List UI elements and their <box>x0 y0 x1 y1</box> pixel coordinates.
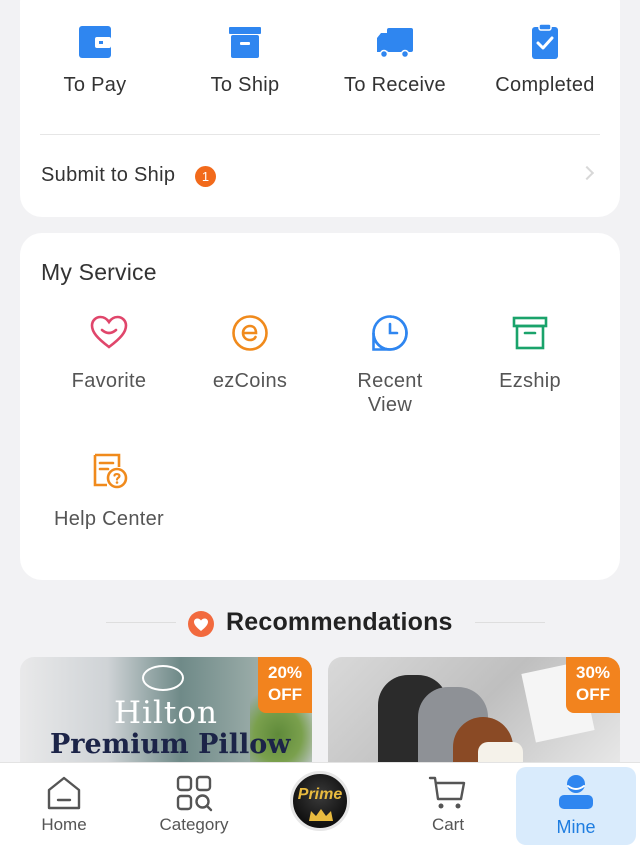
submit-count-badge: 1 <box>195 166 216 187</box>
orders-card: To Pay To Ship To Receive Completed Subm… <box>20 0 620 217</box>
submit-to-ship-label: Submit to Ship <box>41 164 176 186</box>
discount-badge: 20% OFF <box>258 657 312 713</box>
my-service-title: My Service <box>41 259 157 285</box>
hilton-logo <box>142 665 184 691</box>
product-card-sweaters[interactable]: 30% OFF <box>328 657 620 767</box>
crown-icon <box>309 809 333 821</box>
wallet-icon <box>79 26 111 58</box>
tab-category-label: Category <box>159 815 229 834</box>
order-to-receive-label: To Receive <box>344 74 446 96</box>
service-ezship-label: Ezship <box>499 370 561 392</box>
recommend-heart-icon <box>188 611 214 637</box>
tab-cart[interactable]: Cart <box>384 763 512 853</box>
user-icon <box>559 775 593 809</box>
order-status-row: To Pay To Ship To Receive Completed <box>20 16 620 96</box>
rec-divider-left <box>106 622 176 623</box>
heart-icon <box>90 315 128 349</box>
recommendations-title: Recommendations <box>226 608 453 636</box>
coin-icon <box>232 315 268 351</box>
tab-cart-label: Cart <box>431 815 465 834</box>
cart-icon <box>428 776 466 809</box>
tab-mine[interactable]: Mine <box>516 767 636 845</box>
recommendations-header: Recommendations <box>0 604 640 644</box>
box-icon <box>229 27 261 58</box>
truck-icon <box>377 28 413 59</box>
tab-mine-label: Mine <box>556 817 596 837</box>
order-to-pay-label: To Pay <box>63 74 127 96</box>
service-favorite-label: Favorite <box>71 370 147 392</box>
tab-category[interactable]: Category <box>130 763 258 853</box>
orders-divider <box>40 134 600 135</box>
tab-home-label: Home <box>41 815 87 834</box>
service-ezcoins-label: ezCoins <box>212 370 288 392</box>
rec-divider-right <box>475 622 545 623</box>
submit-to-ship-row[interactable]: Submit to Ship 1 <box>20 156 620 196</box>
my-service-card: My Service Favorite ezCoins Recent View … <box>20 233 620 580</box>
order-completed-label: Completed <box>495 74 595 96</box>
discount-badge: 30% OFF <box>566 657 620 713</box>
help-document-icon <box>93 453 128 489</box>
service-help-center-label: Help Center <box>53 508 165 530</box>
clipboard-check-icon <box>532 23 558 59</box>
prime-label: Prime <box>297 786 343 803</box>
tab-home[interactable]: Home <box>0 763 128 853</box>
home-icon <box>47 776 81 810</box>
clock-icon <box>372 315 408 351</box>
bottom-tab-bar: Home Category Prime Cart Mine <box>0 762 640 853</box>
service-recent-view-label: Recent View <box>357 370 423 416</box>
category-grid-icon <box>176 775 213 812</box>
archive-box-icon <box>512 316 548 350</box>
order-to-ship-label: To Ship <box>210 74 280 96</box>
prime-crown-icon: Prime <box>290 771 350 831</box>
tab-prime[interactable]: Prime <box>256 763 384 853</box>
product-card-hilton-pillow[interactable]: Hilton Premium Pillow 20% OFF <box>20 657 312 767</box>
product-name: Premium Pillow <box>50 729 291 760</box>
chevron-right-icon <box>579 165 595 181</box>
